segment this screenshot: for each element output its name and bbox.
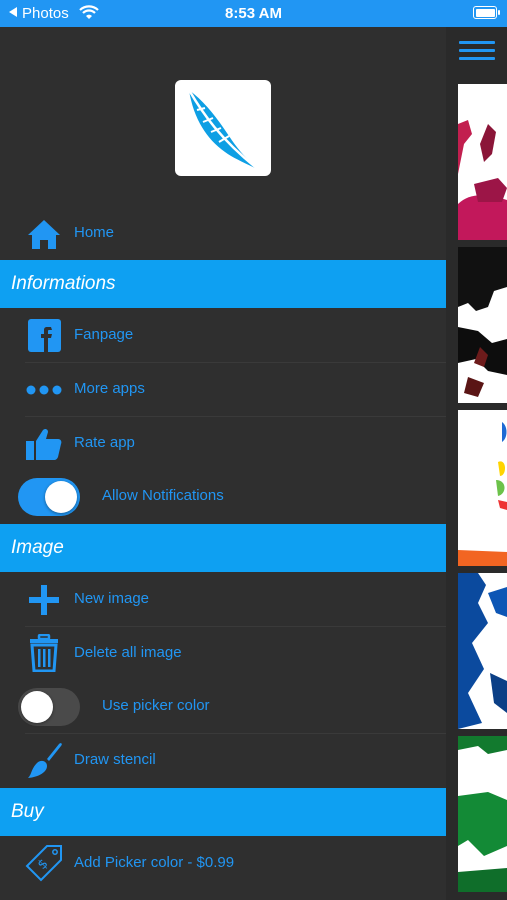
menu-item-label: More apps	[74, 380, 145, 397]
menu-item-add-picker-color[interactable]: $ Add Picker color - $0.99	[0, 837, 446, 891]
brush-icon	[28, 743, 62, 778]
menu-item-label: Draw stencil	[74, 751, 156, 768]
home-icon	[28, 220, 60, 249]
menu-item-label: New image	[74, 590, 150, 607]
gallery-thumbnail[interactable]	[458, 410, 507, 566]
main-content-peek	[446, 27, 507, 900]
svg-text:$: $	[35, 856, 51, 872]
gallery-thumbnail[interactable]	[458, 573, 507, 729]
toggle-knob	[21, 691, 53, 723]
facebook-icon	[28, 319, 61, 352]
menu-item-label: Delete all image	[74, 644, 182, 661]
gallery-thumbnail[interactable]	[458, 84, 507, 240]
status-bar: Photos 8:53 AM	[0, 0, 507, 27]
menu-item-draw-stencil[interactable]: Draw stencil	[0, 734, 446, 788]
section-header-buy: Buy	[0, 788, 446, 836]
price-tag-icon: $	[25, 845, 62, 882]
clock: 8:53 AM	[225, 5, 282, 22]
gallery-thumbnail[interactable]	[458, 736, 507, 892]
section-header-image: Image	[0, 524, 446, 572]
gallery-thumbnail[interactable]	[458, 247, 507, 403]
menu-item-allow-notifications: Allow Notifications	[0, 470, 446, 524]
section-header-informations: Informations	[0, 260, 446, 308]
menu-item-label: Use picker color	[102, 697, 210, 714]
section-title: Informations	[11, 273, 116, 294]
menu-item-delete-all-image[interactable]: Delete all image	[0, 627, 446, 681]
menu-item-label: Fanpage	[74, 326, 134, 343]
plus-icon	[29, 585, 59, 615]
notifications-toggle[interactable]	[18, 478, 80, 516]
more-dots-icon	[26, 385, 62, 395]
section-title: Buy	[11, 801, 44, 822]
battery-icon	[473, 6, 500, 19]
menu-item-label: Add Picker color - $0.99	[74, 854, 235, 871]
menu-item-fanpage[interactable]: Fanpage	[0, 309, 446, 363]
menu-item-label: Allow Notifications	[102, 487, 224, 504]
app-logo	[175, 80, 271, 176]
trash-icon	[30, 634, 58, 672]
menu-item-label: Home	[74, 224, 115, 241]
menu-item-home[interactable]: Home	[0, 207, 446, 261]
menu-item-more-apps[interactable]: More apps	[0, 363, 446, 417]
menu-item-rate-app[interactable]: Rate app	[0, 417, 446, 471]
toggle-knob	[45, 481, 77, 513]
feather-icon	[187, 89, 260, 171]
hamburger-menu-icon[interactable]	[459, 41, 495, 65]
menu-item-use-picker-color: Use picker color	[0, 680, 446, 734]
menu-item-label: Rate app	[74, 434, 135, 451]
thumbs-up-icon	[26, 428, 62, 460]
side-menu: Home Informations Fanpage More apps Rate…	[0, 27, 446, 900]
picker-color-toggle[interactable]	[18, 688, 80, 726]
menu-item-new-image[interactable]: New image	[0, 573, 446, 627]
section-title: Image	[11, 537, 64, 558]
